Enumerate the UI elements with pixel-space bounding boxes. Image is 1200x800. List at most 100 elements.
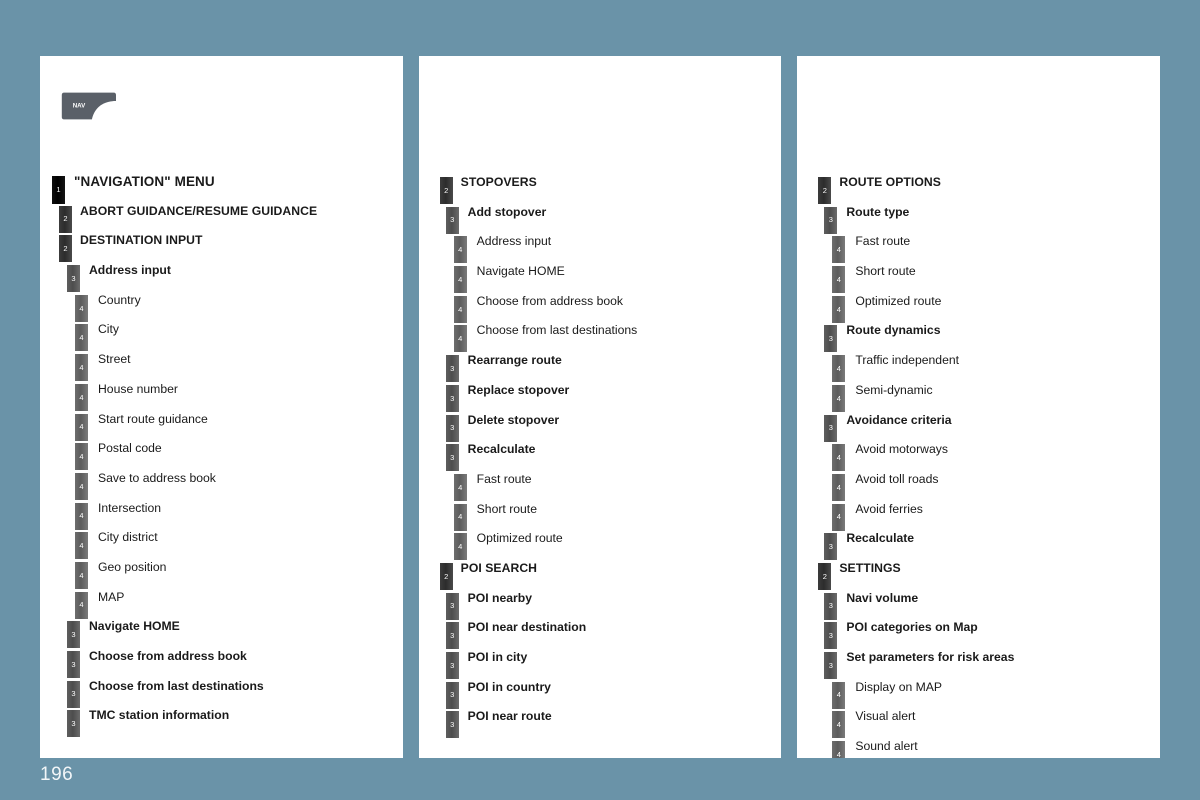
level-badge-4: 4 (453, 266, 467, 294)
menu-item-level-2: 2 DESTINATION INPUT (40, 233, 403, 263)
level-badge-3: 3 (445, 414, 459, 442)
menu-item-level-4: 4 Short route (419, 502, 782, 532)
menu-item-level-4: 4 Avoid toll roads (797, 472, 1160, 502)
level-badge-4: 4 (832, 384, 846, 412)
menu-item-level-1: 1 "NAVIGATION" MENU (40, 174, 403, 204)
menu-item-label: Recalculate (846, 531, 915, 546)
level-badge-4: 4 (832, 681, 846, 709)
menu-item-label: House number (98, 381, 178, 396)
menu-item-level-4: 4 City (40, 322, 403, 352)
menu-item-label: City district (98, 530, 158, 545)
menu-item-label: Fast route (855, 234, 911, 249)
menu-item-label: POI nearby (467, 590, 533, 605)
menu-item-level-2: 2 ROUTE OPTIONS (797, 175, 1160, 205)
menu-item-label: Address input (476, 234, 552, 249)
level-badge-2: 2 (59, 205, 72, 233)
menu-item-label: POI near route (467, 709, 552, 724)
level-badge-2: 2 (59, 235, 72, 263)
menu-item-label: Start route guidance (98, 411, 208, 426)
menu-item-label: Visual alert (855, 709, 916, 724)
menu-item-level-3: 3 Choose from last destinations (40, 679, 403, 709)
menu-item-level-2: 2 POI SEARCH (419, 561, 782, 591)
level-badge-4: 4 (75, 532, 88, 560)
menu-item-label: Fast route (476, 471, 532, 486)
menu-item-label: Country (98, 292, 141, 307)
menu-item-level-3: 3 Avoidance criteria (797, 413, 1160, 443)
menu-item-label: Choose from last destinations (476, 323, 638, 338)
level-badge-4: 4 (832, 355, 846, 383)
menu-item-level-3: 3 POI nearby (419, 591, 782, 621)
level-badge-2: 2 (818, 177, 832, 204)
level-badge-4: 4 (453, 473, 467, 501)
level-badge-3: 3 (824, 533, 838, 561)
level-badge-3: 3 (67, 265, 80, 293)
menu-item-level-4: 4 Intersection (40, 501, 403, 531)
menu-column-2: 2 STOPOVERS 3 Add stopover 4 Address input 4 Na… (418, 56, 782, 758)
menu-item-label: Delete stopover (467, 412, 560, 427)
menu-item-level-2: 2 ABORT GUIDANCE/RESUME GUIDANCE (40, 204, 403, 234)
level-badge-1: 1 (52, 176, 65, 204)
menu-item-level-4: 4 Address input (419, 234, 782, 264)
menu-item-label: Short route (855, 264, 916, 279)
level-badge-4: 4 (832, 236, 846, 264)
menu-item-label: Optimized route (855, 293, 942, 308)
menu-item-level-4: 4 Avoid motorways (797, 442, 1160, 472)
menu-item-level-4: 4 Visual alert (797, 709, 1160, 739)
menu-item-level-3: 3 Route type (797, 205, 1160, 235)
menu-item-label: Short route (476, 501, 537, 516)
menu-item-label: Add stopover (467, 204, 547, 219)
level-badge-3: 3 (445, 711, 459, 739)
level-badge-3: 3 (445, 592, 459, 620)
menu-item-level-4: 4 Traffic independent (797, 353, 1160, 383)
level-badge-4: 4 (832, 741, 846, 758)
menu-item-level-3: 3 Recalculate (797, 531, 1160, 561)
menu-item-label: Street (98, 352, 131, 367)
menu-item-label: Replace stopover (467, 382, 570, 397)
manual-page: NAV 1 "NAVIGATION" MENU 2 ABORT GUIDANCE/RE… (0, 0, 1200, 800)
menu-item-label: Semi-dynamic (855, 382, 933, 397)
menu-item-label: SETTINGS (839, 560, 901, 575)
menu-item-level-2: 2 SETTINGS (797, 561, 1160, 591)
menu-item-level-3: 3 POI in city (419, 650, 782, 680)
level-badge-4: 4 (453, 325, 467, 353)
menu-item-level-4: 4 City district (40, 530, 403, 560)
level-badge-4: 4 (453, 236, 467, 264)
menu-item-label: STOPOVERS (460, 175, 537, 189)
menu-item-label: Avoid ferries (855, 501, 923, 516)
level-badge-4: 4 (453, 533, 467, 561)
level-badge-4: 4 (832, 711, 846, 739)
menu-item-level-4: 4 Display on MAP (797, 680, 1160, 710)
menu-item-label: Intersection (98, 500, 162, 515)
menu-item-label: Recalculate (467, 442, 536, 457)
menu-item-level-3: 3 Delete stopover (419, 413, 782, 443)
menu-column-1: NAV 1 "NAVIGATION" MENU 2 ABORT GUIDANCE/RE… (40, 56, 403, 758)
menu-item-level-4: 4 Street (40, 352, 403, 382)
menu-item-label: Route type (846, 204, 910, 219)
menu-item-label: Address input (89, 263, 171, 278)
menu-item-label: Navi volume (846, 590, 919, 605)
menu-item-level-3: 3 Set parameters for risk areas (797, 650, 1160, 680)
menu-item-level-4: 4 Save to address book (40, 471, 403, 501)
menu-item-level-3: 3 POI categories on Map (797, 620, 1160, 650)
level-badge-3: 3 (824, 414, 838, 442)
level-badge-4: 4 (453, 295, 467, 323)
menu-columns: NAV 1 "NAVIGATION" MENU 2 ABORT GUIDANCE/RE… (40, 56, 1161, 758)
menu-item-label: ROUTE OPTIONS (839, 175, 941, 189)
menu-item-level-4: 4 Navigate HOME (419, 264, 782, 294)
menu-item-level-3: 3 Recalculate (419, 442, 782, 472)
menu-item-label: MAP (98, 589, 125, 604)
menu-item-level-3: 3 TMC station information (40, 708, 403, 738)
level-badge-3: 3 (67, 651, 80, 678)
menu-item-label: Navigate HOME (476, 264, 565, 279)
menu-item-label: Avoid motorways (855, 442, 948, 457)
menu-item-level-2: 2 STOPOVERS (419, 175, 782, 205)
menu-item-level-4: 4 House number (40, 382, 403, 412)
level-badge-3: 3 (445, 622, 459, 650)
menu-item-label: Avoidance criteria (846, 412, 952, 427)
level-badge-3: 3 (445, 652, 459, 679)
level-badge-4: 4 (453, 503, 467, 531)
level-badge-3: 3 (445, 384, 459, 412)
level-badge-3: 3 (67, 710, 80, 738)
page-number: 196 (40, 764, 74, 785)
level-badge-3: 3 (445, 444, 459, 472)
